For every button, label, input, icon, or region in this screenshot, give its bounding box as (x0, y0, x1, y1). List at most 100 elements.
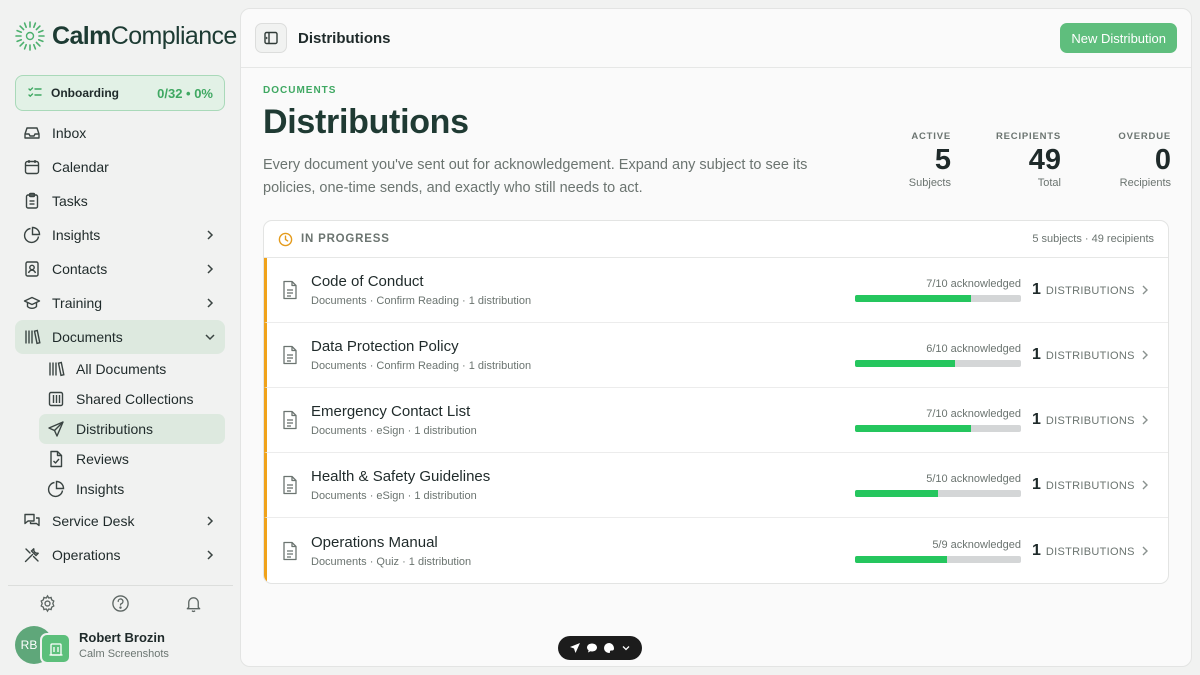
sidebar-subitem-reviews[interactable]: Reviews (39, 444, 225, 474)
onboarding-label: Onboarding (51, 86, 119, 100)
distribution-row[interactable]: Health & Safety Guidelines Documents · eS… (264, 453, 1168, 518)
chat-bubbles-icon (24, 513, 40, 527)
sidebar-toggle-button[interactable] (255, 23, 287, 53)
chevron-right-icon[interactable] (1138, 348, 1152, 362)
acknowledgement-label: 6/10 acknowledged (926, 343, 1021, 355)
progress-bar (855, 555, 1021, 563)
sidebar-item-service-desk[interactable]: Service Desk (15, 504, 225, 538)
distribution-row[interactable]: Operations Manual Documents · Quiz · 1 di… (264, 518, 1168, 583)
collection-icon (48, 391, 64, 407)
distribution-count: 1 DISTRIBUTIONS (1032, 542, 1134, 560)
help-circle-icon[interactable] (111, 594, 130, 613)
document-icon (281, 345, 299, 365)
acknowledgement-progress: 7/10 acknowledged (855, 408, 1021, 432)
sidebar-subitem-shared-collections[interactable]: Shared Collections (39, 384, 225, 414)
chevron-right-icon (207, 516, 214, 526)
sidebar-item-label: Tasks (52, 193, 88, 209)
stat-value: 49 (1028, 144, 1061, 176)
panel-title: IN PROGRESS (301, 233, 390, 245)
sidebar-nav: Inbox Calendar Tasks Insights Contacts T… (15, 116, 225, 572)
stat-sublabel: Recipients (1119, 177, 1171, 189)
chevron-right-icon[interactable] (1138, 283, 1152, 297)
clipboard-icon (25, 192, 39, 209)
sidebar-subitem-label: Insights (76, 481, 125, 497)
chevron-right-icon[interactable] (1138, 478, 1152, 492)
distribution-title: Code of Conduct (311, 273, 424, 290)
app-logo[interactable]: CalmCompliance (14, 20, 237, 52)
distribution-count-label: DISTRIBUTIONS (1045, 480, 1135, 492)
contact-card-icon (25, 261, 39, 277)
sidebar-item-label: Documents (52, 329, 123, 345)
chevron-right-icon[interactable] (1138, 544, 1152, 558)
breadcrumb[interactable]: DOCUMENTS (263, 85, 1171, 96)
distribution-count-value: 1 (1032, 476, 1041, 493)
new-distribution-button[interactable]: New Distribution (1060, 23, 1177, 53)
progress-fill (855, 360, 955, 367)
avatar: RB (15, 626, 71, 664)
chevron-right-icon[interactable] (1138, 413, 1152, 427)
gear-icon[interactable] (38, 594, 57, 613)
progress-fill (855, 425, 972, 432)
distribution-meta: Documents · Confirm Reading · 1 distribu… (311, 295, 532, 307)
sidebar-subitem-distributions[interactable]: Distributions (39, 414, 225, 444)
sidebar-item-label: Service Desk (52, 513, 135, 529)
bell-icon[interactable] (184, 594, 203, 613)
acknowledgement-progress: 6/10 acknowledged (855, 343, 1021, 367)
pie-chart-icon (23, 226, 41, 244)
distribution-info: Health & Safety Guidelines Documents · eS… (311, 468, 855, 502)
sidebar-item-operations[interactable]: Operations (15, 538, 225, 572)
stat-sublabel: Subjects (908, 177, 951, 189)
document-icon (281, 280, 299, 300)
distribution-count: 1 DISTRIBUTIONS (1032, 476, 1134, 494)
chevron-down-icon[interactable] (620, 642, 632, 654)
distribution-info: Code of Conduct Documents · Confirm Readi… (311, 273, 855, 307)
send-icon[interactable] (569, 642, 581, 654)
tools-icon (24, 548, 39, 563)
logo-mark-icon (15, 21, 45, 51)
distribution-count-label: DISTRIBUTIONS (1045, 350, 1135, 362)
sidebar-item-label: Contacts (52, 261, 108, 277)
stats-summary: ACTIVE 5 Subjects RECIPIENTS 49 Total OV… (869, 131, 1171, 189)
chevron-right-icon (207, 264, 214, 274)
distribution-count-label: DISTRIBUTIONS (1045, 285, 1135, 297)
palette-icon[interactable] (603, 642, 615, 654)
sidebar-item-label: Training (52, 295, 103, 311)
distribution-row[interactable]: Code of Conduct Documents · Confirm Readi… (264, 258, 1168, 323)
onboarding-progress: 0/32 • 0% (157, 85, 213, 101)
sidebar-subitem-label: Shared Collections (76, 391, 194, 407)
acknowledgement-label: 7/10 acknowledged (926, 278, 1021, 290)
graduation-cap-icon (23, 296, 41, 309)
distribution-list: Code of Conduct Documents · Confirm Readi… (264, 258, 1168, 583)
distribution-count-value: 1 (1032, 346, 1041, 363)
user-organization: Calm Screenshots (79, 648, 169, 660)
chat-bubble-icon[interactable] (586, 642, 598, 654)
user-profile[interactable]: RB Robert Brozin Calm Screenshots (15, 626, 169, 664)
distribution-info: Data Protection Policy Documents · Confir… (311, 338, 855, 372)
sidebar-item-insights[interactable]: Insights (15, 218, 225, 252)
distribution-row[interactable]: Data Protection Policy Documents · Confir… (264, 323, 1168, 388)
sidebar-item-inbox[interactable]: Inbox (15, 116, 225, 150)
distribution-meta: Documents · Confirm Reading · 1 distribu… (311, 360, 532, 372)
dev-toolbar[interactable] (558, 636, 642, 660)
page-content: DOCUMENTS Distributions Every document y… (263, 68, 1171, 584)
acknowledgement-label: 7/10 acknowledged (926, 408, 1021, 420)
sidebar-item-documents[interactable]: Documents (15, 320, 225, 354)
stat-sublabel: Total (1037, 177, 1061, 189)
sidebar-item-training[interactable]: Training (15, 286, 225, 320)
distribution-count: 1 DISTRIBUTIONS (1032, 281, 1134, 299)
progress-bar (855, 360, 1021, 367)
panel-header: IN PROGRESS 5 subjects · 49 recipients (264, 221, 1168, 258)
sidebar-item-calendar[interactable]: Calendar (15, 150, 225, 184)
topbar: Distributions New Distribution (241, 9, 1191, 68)
sidebar-subitem-insights[interactable]: Insights (39, 474, 225, 504)
distribution-row[interactable]: Emergency Contact List Documents · eSign … (264, 388, 1168, 453)
sidebar-item-tasks[interactable]: Tasks (15, 184, 225, 218)
progress-bar (855, 490, 1021, 497)
sidebar-subitem-all-documents[interactable]: All Documents (39, 354, 225, 384)
chevron-right-icon (207, 550, 214, 560)
distribution-title: Emergency Contact List (311, 403, 471, 420)
distribution-title: Health & Safety Guidelines (311, 468, 491, 485)
sidebar-item-contacts[interactable]: Contacts (15, 252, 225, 286)
onboarding-card[interactable]: Onboarding 0/32 • 0% (15, 75, 225, 111)
building-icon (49, 642, 62, 656)
